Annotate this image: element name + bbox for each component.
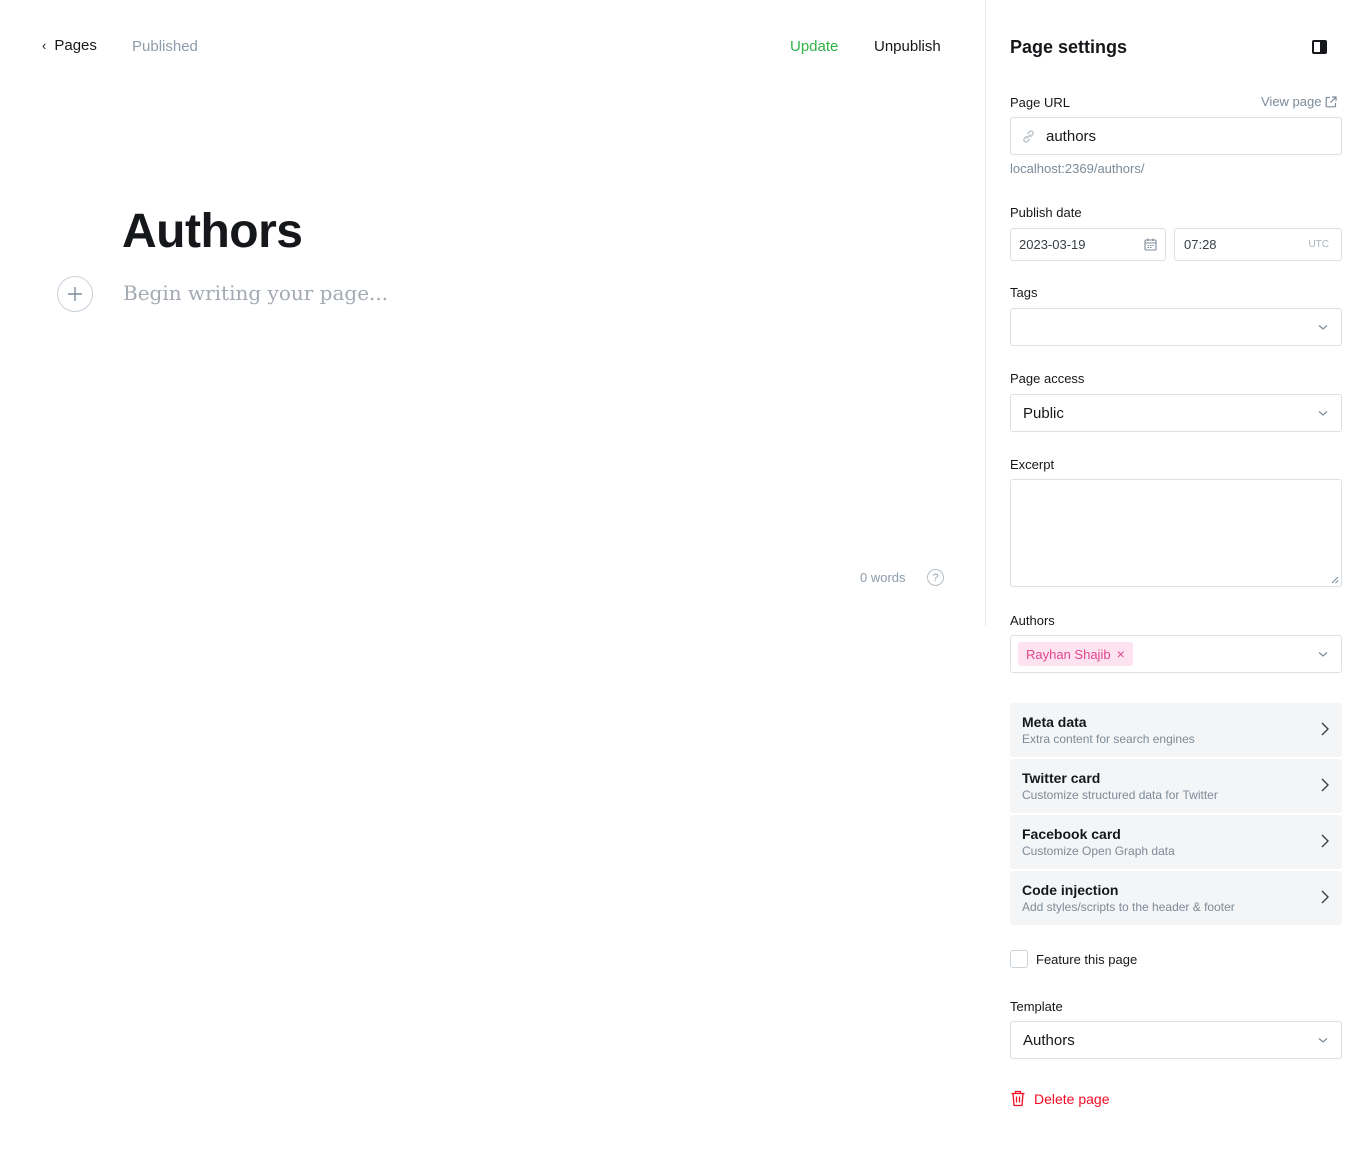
plus-icon	[68, 287, 82, 301]
chevron-right-icon	[1321, 778, 1329, 792]
remove-author-icon[interactable]: ×	[1117, 646, 1125, 662]
calendar-icon	[1144, 238, 1157, 251]
editor-topbar: ‹ Pages Published Update Unpublish	[0, 0, 985, 94]
author-token[interactable]: Rayhan Shajib ×	[1018, 642, 1133, 666]
meta-data-nav-item[interactable]: Meta data Extra content for search engin…	[1010, 703, 1342, 757]
timezone-label: UTC	[1308, 239, 1329, 250]
template-select[interactable]: Authors	[1010, 1021, 1342, 1059]
nav-item-title: Twitter card	[1022, 770, 1101, 786]
settings-title: Page settings	[1010, 37, 1128, 57]
add-card-button[interactable]	[57, 276, 93, 312]
page-access-value: Public	[1023, 405, 1064, 422]
nav-item-subtitle: Add styles/scripts to the header & foote…	[1022, 900, 1235, 914]
settings-panel: Page settings Page URL View page authors…	[986, 0, 1366, 1149]
chevron-left-icon: ‹	[42, 38, 47, 53]
twitter-card-nav-item[interactable]: Twitter card Customize structured data f…	[1010, 759, 1342, 813]
page-url-hint: localhost:2369/authors/	[1010, 161, 1145, 176]
tags-label: Tags	[1010, 285, 1038, 300]
page-url-value: authors	[1046, 128, 1097, 145]
facebook-card-nav-item[interactable]: Facebook card Customize Open Graph data	[1010, 815, 1342, 869]
page-access-select[interactable]: Public	[1010, 394, 1342, 432]
excerpt-label: Excerpt	[1010, 457, 1055, 472]
authors-select[interactable]: Rayhan Shajib ×	[1010, 635, 1342, 673]
link-icon	[1023, 130, 1034, 143]
post-status: Published	[132, 38, 198, 55]
view-page-link[interactable]: View page	[1261, 94, 1338, 109]
page-url-input[interactable]: authors	[1010, 117, 1342, 155]
editor-pane: ‹ Pages Published Update Unpublish Autho…	[0, 0, 985, 1149]
nav-item-subtitle: Customize Open Graph data	[1022, 844, 1175, 858]
unpublish-button[interactable]: Unpublish	[874, 38, 941, 55]
page-access-label: Page access	[1010, 371, 1085, 386]
publish-time-value: 07:28	[1184, 237, 1217, 252]
body-editor-placeholder[interactable]: Begin writing your page...	[123, 281, 388, 305]
trash-icon	[1011, 1090, 1025, 1107]
chevron-down-icon	[1318, 411, 1328, 416]
publish-date-label: Publish date	[1010, 205, 1082, 220]
chevron-down-icon	[1318, 652, 1328, 657]
delete-page-button[interactable]: Delete page	[1010, 1090, 1110, 1107]
authors-label: Authors	[1010, 613, 1055, 628]
back-label: Pages	[54, 37, 97, 54]
feature-page-checkbox[interactable]	[1010, 950, 1028, 968]
back-to-pages-link[interactable]: ‹ Pages	[42, 37, 97, 54]
update-button[interactable]: Update	[790, 38, 838, 55]
publish-date-value: 2023-03-19	[1019, 237, 1086, 252]
external-link-icon	[1326, 95, 1338, 107]
tags-select[interactable]	[1010, 308, 1342, 346]
chevron-right-icon	[1321, 834, 1329, 848]
chevron-down-icon	[1318, 1038, 1328, 1043]
nav-item-title: Facebook card	[1022, 826, 1121, 842]
delete-page-label: Delete page	[1034, 1090, 1110, 1107]
author-token-label: Rayhan Shajib	[1026, 646, 1111, 662]
code-injection-nav-item[interactable]: Code injection Add styles/scripts to the…	[1010, 871, 1342, 925]
template-label: Template	[1010, 999, 1063, 1014]
page-url-label: Page URL	[1010, 95, 1070, 110]
feature-page-toggle[interactable]: Feature this page	[1010, 950, 1137, 968]
help-icon[interactable]: ?	[927, 569, 944, 586]
word-count: 0 words	[860, 570, 906, 585]
settings-nav-group: Meta data Extra content for search engin…	[1010, 703, 1342, 927]
template-value: Authors	[1023, 1032, 1075, 1049]
nav-item-subtitle: Extra content for search engines	[1022, 732, 1195, 746]
chevron-right-icon	[1321, 890, 1329, 904]
feature-page-label: Feature this page	[1036, 951, 1138, 967]
nav-item-title: Meta data	[1022, 714, 1087, 730]
nav-item-title: Code injection	[1022, 882, 1119, 898]
view-page-label: View page	[1261, 94, 1322, 109]
excerpt-textarea[interactable]	[1010, 479, 1342, 587]
page-title-input[interactable]: Authors	[122, 204, 303, 259]
sidebar-toggle-icon[interactable]	[1312, 40, 1327, 54]
publish-time-input[interactable]: 07:28 UTC	[1174, 228, 1342, 261]
resize-handle-icon[interactable]	[1331, 576, 1339, 584]
chevron-down-icon	[1318, 325, 1328, 330]
chevron-right-icon	[1321, 722, 1329, 736]
publish-date-input[interactable]: 2023-03-19	[1010, 228, 1166, 261]
nav-item-subtitle: Customize structured data for Twitter	[1022, 788, 1218, 802]
